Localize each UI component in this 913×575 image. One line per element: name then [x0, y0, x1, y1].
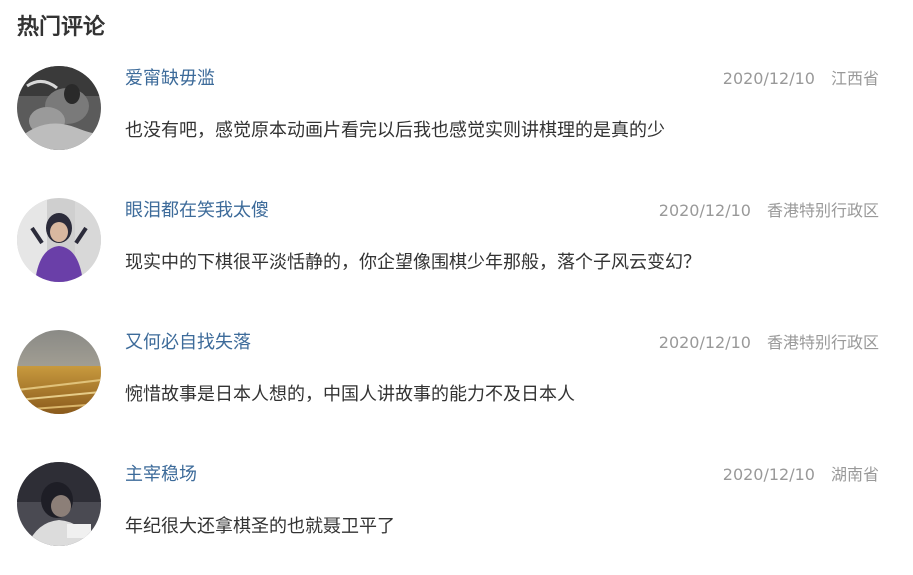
section-title: 热门评论: [17, 15, 106, 40]
comment-item: 眼泪都在笑我太傻 2020/12/10 香港特别行政区 现实中的下棋很平淡恬静的，…: [0, 198, 913, 298]
comment-item: 爱甯缺毋滥 2020/12/10 江西省 也没有吧，感觉原本动画片看完以后我也感觉…: [0, 66, 913, 166]
comment-item: 主宰稳场 2020/12/10 湖南省 年纪很大还拿棋圣的也就聂卫平了: [0, 462, 913, 562]
comment-meta: 2020/12/10 香港特别行政区: [659, 330, 879, 356]
comment-date: 2020/12/10: [722, 69, 815, 88]
comment-date: 2020/12/10: [658, 201, 751, 220]
avatar[interactable]: [17, 462, 101, 546]
comment-meta: 2020/12/10 香港特别行政区: [659, 198, 879, 224]
avatar[interactable]: [17, 330, 101, 414]
username[interactable]: 眼泪都在笑我太傻: [125, 198, 269, 224]
username[interactable]: 主宰稳场: [125, 462, 197, 488]
comment-date: 2020/12/10: [722, 465, 815, 484]
comment-text: 也没有吧，感觉原本动画片看完以后我也感觉实则讲棋理的是真的少: [125, 120, 665, 141]
comment-date: 2020/12/10: [658, 333, 751, 352]
avatar[interactable]: [17, 66, 101, 150]
comment-location: 湖南省: [830, 465, 879, 484]
username[interactable]: 又何必自找失落: [125, 330, 251, 356]
username[interactable]: 爱甯缺毋滥: [125, 66, 215, 92]
avatar[interactable]: [17, 198, 101, 282]
comment-text: 现实中的下棋很平淡恬静的，你企望像围棋少年那般，落个子风云变幻？: [125, 252, 701, 273]
comment-meta: 2020/12/10 湖南省: [723, 462, 879, 488]
comment-item: 又何必自找失落 2020/12/10 香港特别行政区 惋惜故事是日本人想的，中国人…: [0, 330, 913, 430]
comment-meta: 2020/12/10 江西省: [723, 66, 879, 92]
comment-location: 香港特别行政区: [766, 333, 879, 352]
comment-text: 惋惜故事是日本人想的，中国人讲故事的能力不及日本人: [125, 384, 575, 405]
comment-location: 香港特别行政区: [766, 201, 879, 220]
comment-text: 年纪很大还拿棋圣的也就聂卫平了: [125, 516, 395, 537]
comment-location: 江西省: [830, 69, 879, 88]
